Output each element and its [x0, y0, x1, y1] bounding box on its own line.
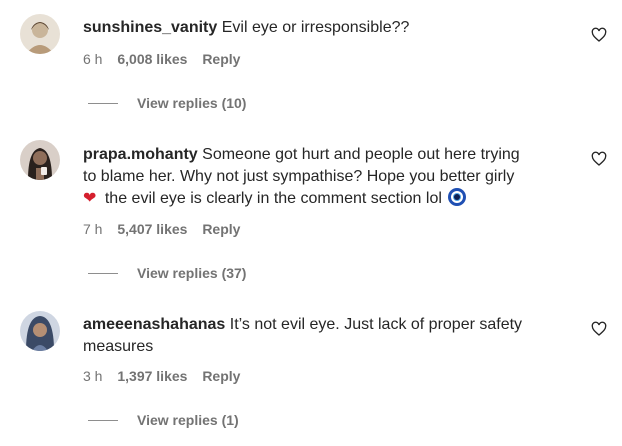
divider-line	[88, 419, 118, 421]
view-replies-button[interactable]: View replies (10)	[88, 95, 246, 111]
avatar[interactable]	[20, 14, 60, 54]
comment-content-line-1: It’s not evil eye. Just lack of proper s…	[229, 316, 523, 333]
comment-content-line-2: measures	[83, 338, 154, 355]
like-button[interactable]	[590, 150, 608, 168]
heart-emoji: ❤	[83, 190, 97, 207]
comment-likes[interactable]: 6,008 likes	[117, 51, 187, 67]
avatar[interactable]	[20, 140, 60, 180]
comment-username[interactable]: sunshines_vanity	[83, 19, 217, 36]
user-avatar-icon	[20, 140, 60, 180]
heart-outline-icon	[591, 151, 607, 166]
user-avatar-icon	[20, 14, 60, 54]
comment-likes[interactable]: 1,397 likes	[117, 368, 187, 384]
comment-meta: 7 h 5,407 likes Reply	[83, 221, 251, 237]
view-replies-button[interactable]: View replies (1)	[88, 412, 239, 428]
comment-time: 6 h	[83, 51, 103, 67]
comment-username[interactable]: prapa.mohanty	[83, 146, 198, 163]
comment-meta: 3 h 1,397 likes Reply	[83, 368, 251, 384]
divider-line	[88, 102, 118, 104]
view-replies-button[interactable]: View replies (37)	[88, 265, 246, 281]
view-replies-label: View replies (37)	[137, 265, 247, 281]
evil-eye-emoji-icon	[448, 188, 467, 206]
comment-content-line-2: to blame her. Why not just sympathise? H…	[83, 168, 515, 185]
comment-time: 3 h	[83, 368, 103, 384]
comment-username[interactable]: ameeenashahanas	[83, 316, 225, 333]
comment-content-line-1: Someone got hurt and people out here try…	[202, 146, 520, 163]
like-button[interactable]	[590, 26, 608, 44]
comment-content: Evil eye or irresponsible??	[221, 19, 410, 36]
comment-text: ameeenashahanas It’s not evil eye. Just …	[83, 314, 573, 358]
reply-button[interactable]: Reply	[202, 221, 240, 237]
view-replies-label: View replies (10)	[137, 95, 247, 111]
comment-time: 7 h	[83, 221, 103, 237]
reply-button[interactable]: Reply	[202, 368, 240, 384]
reply-button[interactable]: Reply	[202, 51, 240, 67]
comment-likes[interactable]: 5,407 likes	[117, 221, 187, 237]
like-button[interactable]	[590, 320, 608, 338]
comment-content-line-3: the evil eye is clearly in the comment s…	[104, 190, 442, 207]
divider-line	[88, 272, 118, 274]
comment-text: prapa.mohanty Someone got hurt and peopl…	[83, 144, 573, 210]
comment-text: sunshines_vanity Evil eye or irresponsib…	[83, 17, 573, 39]
heart-outline-icon	[591, 27, 607, 42]
avatar[interactable]	[20, 311, 60, 351]
view-replies-label: View replies (1)	[137, 412, 239, 428]
heart-outline-icon	[591, 321, 607, 336]
comment-meta: 6 h 6,008 likes Reply	[83, 51, 251, 67]
user-avatar-icon	[20, 311, 60, 351]
